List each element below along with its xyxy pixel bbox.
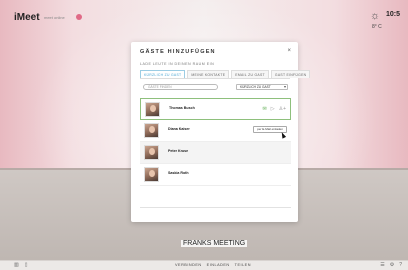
bottom-toolbar: ▥ ▯ VERBINDEN EINLADEN TEILEN ☰ ⚙ ? — [0, 260, 408, 270]
cloud-sun-icon: ☼ — [370, 10, 381, 22]
grid-icon[interactable]: ☰ — [380, 262, 384, 268]
guest-search-input[interactable]: GÄSTE FINDEN — [143, 84, 218, 90]
clock-time: 10:5 — [386, 11, 401, 18]
list-item[interactable]: Diana Kaiser per E-Mail einladen — [140, 120, 291, 142]
guest-filter-value: KÜRZLICH ZU GAST — [240, 85, 271, 89]
app-logo[interactable]: iMeet — [14, 12, 40, 23]
guest-list: Thomas Busch ✉ ▷ ♙+ Diana Kaiser per E-M… — [140, 98, 291, 186]
top-bar: iMeet meet online ☼ 10:5 8° C — [0, 0, 408, 36]
tab-insert-guest[interactable]: GAST EINFÜGEN — [270, 70, 311, 78]
guest-name: Saskia Roth — [168, 171, 189, 175]
meeting-title: FRANKS MEETING — [181, 240, 248, 247]
avatar — [144, 167, 159, 182]
share-button[interactable]: TEILEN — [235, 263, 251, 267]
chart-icon[interactable]: ▥ — [14, 262, 19, 268]
tab-email-guest[interactable]: EMAIL ZU GAST — [231, 70, 269, 78]
dialog-subtitle: LADE LEUTE IN DEINEN RAUM EIN — [140, 62, 215, 66]
brand-dot-icon — [76, 14, 82, 20]
bottom-left-tools: ▥ ▯ — [14, 262, 28, 268]
help-icon[interactable]: ? — [399, 262, 402, 268]
bottom-right-tools: ☰ ⚙ ? — [380, 262, 402, 268]
app-logo-tagline: meet online — [44, 15, 65, 20]
gear-icon[interactable]: ⚙ — [390, 262, 394, 268]
invite-button[interactable]: EINLADEN — [207, 263, 230, 267]
video-icon[interactable]: ▷ — [271, 106, 275, 112]
dialog-divider — [140, 207, 291, 208]
guest-actions: ✉ ▷ ♙+ — [263, 106, 286, 112]
avatar — [144, 145, 159, 160]
connect-button[interactable]: VERBINDEN — [175, 263, 202, 267]
avatar — [144, 123, 159, 138]
bottom-actions: VERBINDEN EINLADEN TEILEN — [175, 263, 251, 267]
guest-name: Thomas Busch — [169, 106, 195, 110]
add-user-icon[interactable]: ♙+ — [279, 106, 286, 112]
dialog-title: GÄSTE HINZUFÜGEN — [140, 49, 216, 55]
add-guests-dialog: GÄSTE HINZUFÜGEN × LADE LEUTE IN DEINEN … — [131, 42, 311, 222]
list-item[interactable]: Thomas Busch ✉ ▷ ♙+ — [140, 98, 291, 120]
chevron-down-icon: ▾ — [283, 84, 286, 89]
tab-recent-guests[interactable]: KÜRZLICH ZU GAST — [140, 70, 186, 78]
avatar — [145, 102, 160, 117]
close-icon[interactable]: × — [287, 48, 291, 54]
list-item[interactable]: Saskia Roth — [140, 164, 291, 186]
document-icon[interactable]: ▯ — [25, 262, 28, 268]
guest-name: Peter Kruse — [168, 149, 189, 153]
guest-source-tabs: KÜRZLICH ZU GAST MEINE KONTAKTE EMAIL ZU… — [140, 70, 311, 79]
guest-filter-select[interactable]: KÜRZLICH ZU GAST ▾ — [236, 84, 288, 90]
temperature: 8° C — [372, 24, 382, 30]
weather-widget: ☼ 10:5 8° C — [370, 10, 404, 36]
guest-name: Diana Kaiser — [168, 127, 190, 131]
mail-icon[interactable]: ✉ — [263, 106, 267, 112]
tab-my-contacts[interactable]: MEINE KONTAKTE — [187, 70, 230, 78]
list-item[interactable]: Peter Kruse — [140, 142, 291, 164]
